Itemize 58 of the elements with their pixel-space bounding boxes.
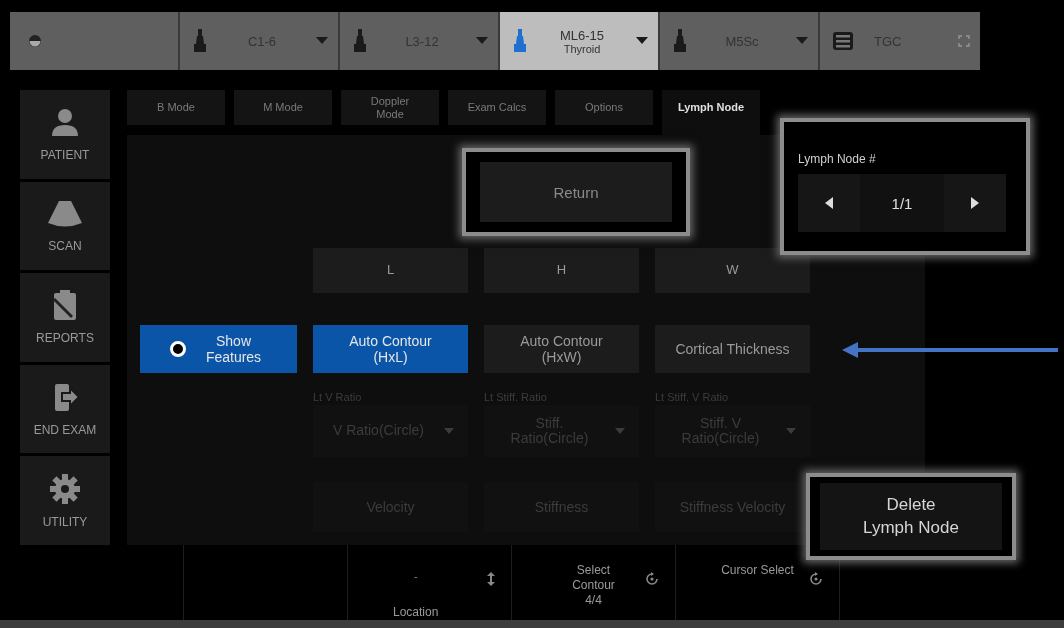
caret-icon xyxy=(796,37,808,45)
feature-button[interactable]: Auto Contour (HxL) xyxy=(313,325,468,373)
expand-icon xyxy=(958,35,970,47)
sidebar-item[interactable]: REPORTS xyxy=(20,273,110,362)
mode-tab[interactable]: M Mode xyxy=(234,90,332,125)
radio-button[interactable]: Show Features xyxy=(140,325,297,373)
next-button[interactable] xyxy=(944,174,1006,232)
up-down-icon xyxy=(487,572,495,586)
caret-icon xyxy=(316,37,328,45)
caret-icon xyxy=(615,428,625,434)
rotate-icon xyxy=(809,572,823,586)
probe-icon xyxy=(352,28,368,54)
right-triangle-icon xyxy=(971,197,979,209)
measure-button[interactable]: H xyxy=(484,248,639,293)
caret-icon xyxy=(444,428,454,434)
sidebar-label: UTILITY xyxy=(42,514,88,529)
knob-label[interactable]: Cursor Select xyxy=(676,563,839,578)
grid-icon xyxy=(832,31,854,51)
caret-icon xyxy=(476,37,488,45)
sidebar-label: END EXAM xyxy=(33,423,97,438)
settings-icon xyxy=(49,472,81,505)
measure-button[interactable]: W xyxy=(655,248,810,293)
sidebar-item[interactable]: UTILITY xyxy=(20,456,110,545)
delete-button[interactable]: Delete Lymph Node xyxy=(820,483,1002,550)
probe-icon xyxy=(512,28,528,54)
sidebar-label: PATIENT xyxy=(40,148,90,163)
lymph-node-number: 1/1 xyxy=(890,193,914,214)
half-circle-icon xyxy=(28,34,42,48)
person-icon xyxy=(49,106,81,139)
probe-tab[interactable]: ML6-15 Thyroid xyxy=(500,12,660,70)
probe-name: ML6-15 xyxy=(559,27,605,43)
return-button[interactable]: Return xyxy=(480,162,672,222)
feature-button[interactable]: Auto Contour (HxW) xyxy=(484,325,639,373)
mode-tab[interactable]: Lymph Node xyxy=(662,90,760,135)
mode-tab[interactable]: Exam Calcs xyxy=(448,90,546,125)
rotate-icon xyxy=(645,572,659,586)
knob-label[interactable]: Select Contour 4/4 xyxy=(512,563,675,608)
lymph-node-label: Lymph Node # xyxy=(798,152,877,166)
caret-icon xyxy=(786,428,796,434)
preset-name: Thyroid xyxy=(563,42,601,55)
caret-icon xyxy=(636,37,648,45)
slider-label[interactable]: Location xyxy=(393,605,439,620)
mode-tab[interactable]: Doppler Mode xyxy=(341,90,439,125)
sidebar-item[interactable]: END EXAM xyxy=(20,364,110,454)
feature-button[interactable]: Cortical Thickness xyxy=(655,325,810,373)
sidebar-label: SCAN xyxy=(48,238,82,253)
probe-icon xyxy=(672,28,688,54)
measure-button[interactable]: L xyxy=(313,248,468,293)
mode-tab[interactable]: Options xyxy=(555,90,653,125)
mode-tab[interactable]: B Mode xyxy=(127,90,225,125)
sidebar-label: REPORTS xyxy=(36,331,94,346)
sidebar-item[interactable]: SCAN xyxy=(20,181,110,271)
previous-button[interactable] xyxy=(798,174,860,232)
left-triangle-icon xyxy=(825,197,833,209)
slider-value: - xyxy=(414,570,418,582)
fan-icon xyxy=(47,198,83,229)
probe-icon xyxy=(192,28,208,54)
sidebar-item[interactable]: PATIENT xyxy=(20,90,110,179)
